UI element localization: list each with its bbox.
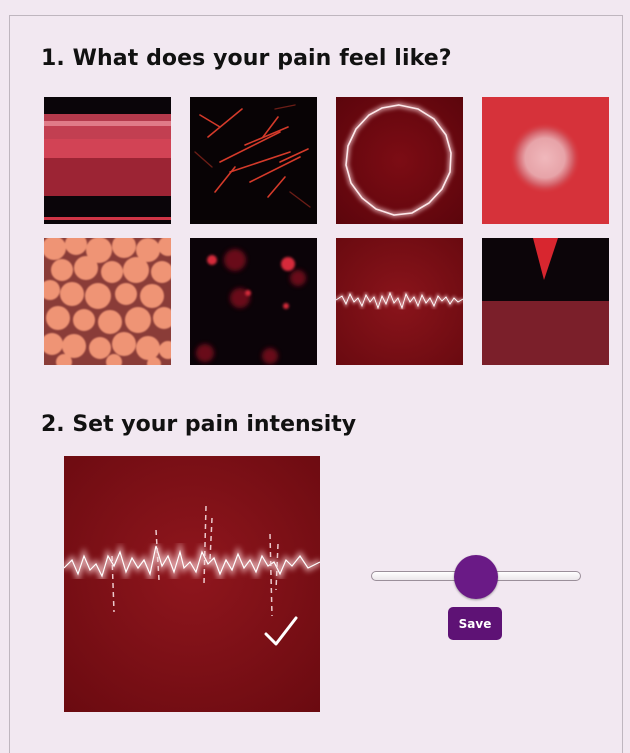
pain-intensity-slider[interactable] [371,555,581,599]
zigzag-pain-preview-icon [64,456,320,712]
shooting-lines-pain-icon [190,97,317,224]
pain-option-dots[interactable] [190,238,317,365]
stripes-pain-icon [44,97,171,224]
section-title-pain-intensity: 2. Set your pain intensity [41,412,357,437]
pain-option-shooting[interactable] [190,97,317,224]
save-button[interactable]: Save [448,607,502,640]
dots-pain-icon [190,238,317,365]
stab-pain-icon [482,238,609,365]
pain-option-stripes[interactable] [44,97,171,224]
slider-thumb[interactable] [454,555,498,599]
pain-type-grid [44,97,609,365]
section-title-pain-feel: 1. What does your pain feel like? [41,46,452,71]
pain-option-pressure[interactable] [482,97,609,224]
pressure-spot-pain-icon [482,97,609,224]
selected-pain-preview [64,456,320,712]
pain-option-zigzag[interactable] [336,238,463,365]
pain-option-ring[interactable] [336,97,463,224]
pain-option-bubbles[interactable] [44,238,171,365]
bubbles-pain-icon [44,238,171,365]
ring-pain-icon [336,97,463,224]
zigzag-pain-icon [336,238,463,365]
pain-option-stab[interactable] [482,238,609,365]
